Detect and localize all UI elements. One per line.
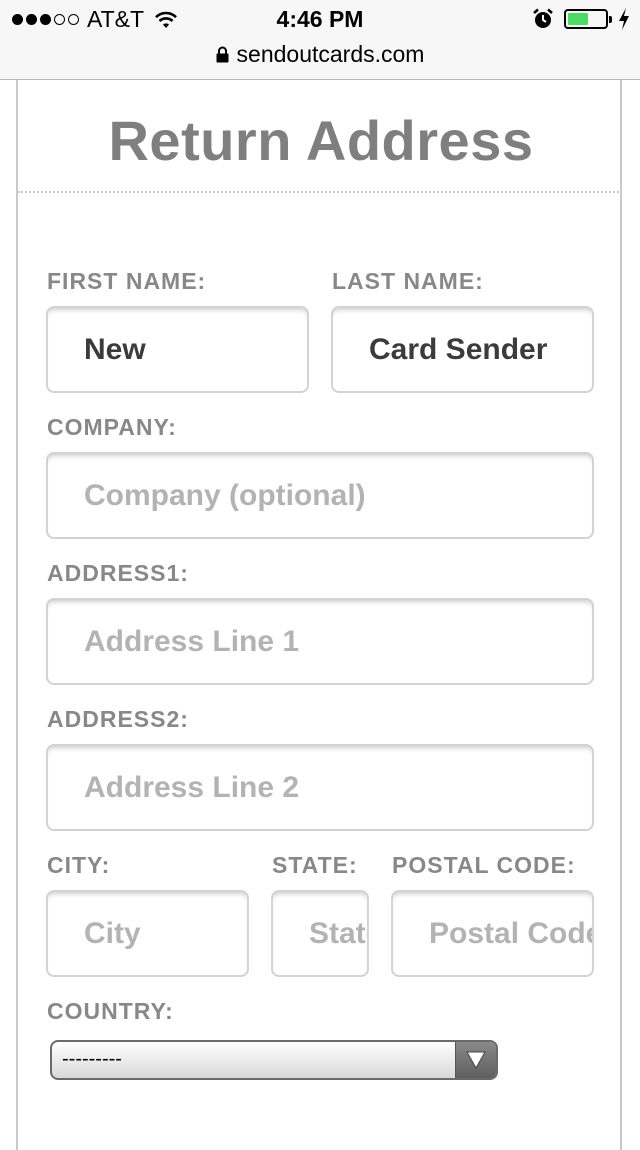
country-select[interactable]: --------- [50, 1040, 498, 1080]
country-label: COUNTRY: [47, 998, 174, 1024]
status-right [532, 8, 630, 30]
last-name-label: LAST NAME: [332, 268, 484, 294]
address2-field[interactable]: Address Line 2 [46, 744, 594, 831]
address1-field[interactable]: Address Line 1 [46, 598, 594, 685]
country-select-value: --------- [62, 1048, 122, 1070]
first-name-label: FIRST NAME: [47, 268, 207, 294]
address2-label: ADDRESS2: [47, 706, 189, 732]
battery-icon [564, 9, 612, 29]
state-field[interactable]: State [271, 890, 369, 977]
charging-bolt-icon [619, 8, 629, 30]
status-bar: AT&T 4:46 PM [0, 0, 640, 40]
url-text: sendoutcards.com [236, 41, 425, 67]
state-label: STATE: [272, 852, 358, 878]
postal-code-field[interactable]: Postal Code [391, 890, 594, 977]
company-label: COMPANY: [47, 414, 177, 440]
page-title: Return Address [108, 109, 534, 172]
city-label: CITY: [47, 852, 111, 878]
battery-fill [568, 13, 588, 25]
return-address-form: Return Address FIRST NAME: New LAST NAME… [16, 80, 622, 1150]
company-field[interactable]: Company (optional) [46, 452, 594, 539]
address-bar[interactable]: sendoutcards.com [0, 40, 640, 80]
last-name-field[interactable]: Card Sender [331, 306, 594, 393]
alarm-clock-icon [533, 8, 553, 28]
lock-icon [216, 46, 229, 63]
triangle-down-icon [466, 1051, 486, 1069]
address-bar-content: sendoutcards.com [216, 41, 425, 68]
country-select-arrow[interactable] [455, 1042, 496, 1078]
city-field[interactable]: City [46, 890, 249, 977]
first-name-field[interactable]: New [46, 306, 309, 393]
title-divider [18, 191, 622, 193]
postal-code-label: POSTAL CODE: [392, 852, 576, 878]
address1-label: ADDRESS1: [47, 560, 189, 586]
